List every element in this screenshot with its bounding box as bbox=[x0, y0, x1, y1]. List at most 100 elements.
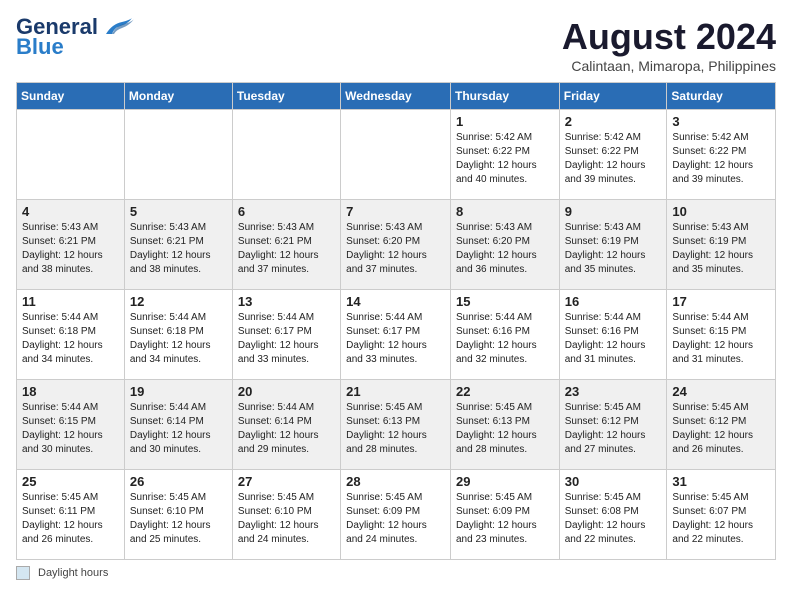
day-info: Sunrise: 5:44 AM Sunset: 6:17 PM Dayligh… bbox=[346, 311, 445, 367]
day-info: Sunrise: 5:45 AM Sunset: 6:07 PM Dayligh… bbox=[672, 491, 770, 547]
day-header-saturday: Saturday bbox=[667, 83, 776, 110]
day-number: 6 bbox=[238, 204, 335, 219]
day-number: 29 bbox=[456, 474, 554, 489]
calendar-week-row: 25 Sunrise: 5:45 AM Sunset: 6:11 PM Dayli… bbox=[17, 470, 776, 560]
day-number: 16 bbox=[565, 294, 662, 309]
day-info: Sunrise: 5:45 AM Sunset: 6:13 PM Dayligh… bbox=[346, 401, 445, 457]
day-number: 4 bbox=[22, 204, 119, 219]
calendar-cell: 2 Sunrise: 5:42 AM Sunset: 6:22 PM Daylig… bbox=[559, 110, 667, 200]
day-info: Sunrise: 5:45 AM Sunset: 6:11 PM Dayligh… bbox=[22, 491, 119, 547]
legend-label: Daylight hours bbox=[38, 567, 108, 579]
day-info: Sunrise: 5:43 AM Sunset: 6:20 PM Dayligh… bbox=[456, 221, 554, 277]
day-number: 10 bbox=[672, 204, 770, 219]
day-number: 25 bbox=[22, 474, 119, 489]
calendar-cell: 20Sunrise: 5:44 AM Sunset: 6:14 PM Dayli… bbox=[232, 380, 340, 470]
day-number: 30 bbox=[565, 474, 662, 489]
calendar-cell: 13 Sunrise: 5:44 AM Sunset: 6:17 PM Dayli… bbox=[232, 290, 340, 380]
logo-text-blue: Blue bbox=[16, 34, 64, 60]
day-info: Sunrise: 5:44 AM Sunset: 6:15 PM Dayligh… bbox=[672, 311, 770, 367]
day-info: Sunrise: 5:45 AM Sunset: 6:09 PM Dayligh… bbox=[346, 491, 445, 547]
day-number: 18 bbox=[22, 384, 119, 399]
calendar-cell bbox=[17, 110, 125, 200]
calendar-cell: 12 Sunrise: 5:44 AM Sunset: 6:18 PM Dayli… bbox=[124, 290, 232, 380]
day-header-thursday: Thursday bbox=[450, 83, 559, 110]
calendar-cell: 21 Sunrise: 5:45 AM Sunset: 6:13 PM Dayli… bbox=[341, 380, 451, 470]
logo: General Blue bbox=[16, 16, 134, 60]
calendar-cell: 22Sunrise: 5:45 AM Sunset: 6:13 PM Dayli… bbox=[450, 380, 559, 470]
calendar-header-row: SundayMondayTuesdayWednesdayThursdayFrid… bbox=[17, 83, 776, 110]
legend-box bbox=[16, 566, 30, 580]
title-section: August 2024 Calintaan, Mimaropa, Philipp… bbox=[562, 16, 776, 74]
day-info: Sunrise: 5:44 AM Sunset: 6:14 PM Dayligh… bbox=[130, 401, 227, 457]
day-header-monday: Monday bbox=[124, 83, 232, 110]
day-number: 7 bbox=[346, 204, 445, 219]
day-info: Sunrise: 5:45 AM Sunset: 6:10 PM Dayligh… bbox=[130, 491, 227, 547]
page-header: General Blue August 2024 Calintaan, Mima… bbox=[16, 16, 776, 74]
calendar-cell: 19Sunrise: 5:44 AM Sunset: 6:14 PM Dayli… bbox=[124, 380, 232, 470]
day-number: 14 bbox=[346, 294, 445, 309]
day-info: Sunrise: 5:45 AM Sunset: 6:09 PM Dayligh… bbox=[456, 491, 554, 547]
day-info: Sunrise: 5:44 AM Sunset: 6:14 PM Dayligh… bbox=[238, 401, 335, 457]
calendar-cell: 9Sunrise: 5:43 AM Sunset: 6:19 PM Daylig… bbox=[559, 200, 667, 290]
day-info: Sunrise: 5:43 AM Sunset: 6:21 PM Dayligh… bbox=[130, 221, 227, 277]
day-number: 17 bbox=[672, 294, 770, 309]
day-number: 27 bbox=[238, 474, 335, 489]
day-info: Sunrise: 5:45 AM Sunset: 6:13 PM Dayligh… bbox=[456, 401, 554, 457]
calendar-cell: 14 Sunrise: 5:44 AM Sunset: 6:17 PM Dayli… bbox=[341, 290, 451, 380]
calendar-cell: 4Sunrise: 5:43 AM Sunset: 6:21 PM Daylig… bbox=[17, 200, 125, 290]
calendar-cell: 6 Sunrise: 5:43 AM Sunset: 6:21 PM Daylig… bbox=[232, 200, 340, 290]
calendar-week-row: 18 Sunrise: 5:44 AM Sunset: 6:15 PM Dayli… bbox=[17, 380, 776, 470]
calendar-cell: 27 Sunrise: 5:45 AM Sunset: 6:10 PM Dayli… bbox=[232, 470, 340, 560]
day-number: 28 bbox=[346, 474, 445, 489]
calendar-cell: 30 Sunrise: 5:45 AM Sunset: 6:08 PM Dayli… bbox=[559, 470, 667, 560]
day-header-wednesday: Wednesday bbox=[341, 83, 451, 110]
day-info: Sunrise: 5:42 AM Sunset: 6:22 PM Dayligh… bbox=[565, 131, 662, 187]
calendar-cell bbox=[341, 110, 451, 200]
day-number: 26 bbox=[130, 474, 227, 489]
day-header-friday: Friday bbox=[559, 83, 667, 110]
calendar-cell: 3Sunrise: 5:42 AM Sunset: 6:22 PM Daylig… bbox=[667, 110, 776, 200]
day-info: Sunrise: 5:45 AM Sunset: 6:10 PM Dayligh… bbox=[238, 491, 335, 547]
calendar-cell: 25 Sunrise: 5:45 AM Sunset: 6:11 PM Dayli… bbox=[17, 470, 125, 560]
calendar-cell bbox=[124, 110, 232, 200]
day-info: Sunrise: 5:43 AM Sunset: 6:21 PM Dayligh… bbox=[238, 221, 335, 277]
calendar-week-row: 11Sunrise: 5:44 AM Sunset: 6:18 PM Dayli… bbox=[17, 290, 776, 380]
calendar-cell: 18 Sunrise: 5:44 AM Sunset: 6:15 PM Dayli… bbox=[17, 380, 125, 470]
calendar-table: SundayMondayTuesdayWednesdayThursdayFrid… bbox=[16, 82, 776, 560]
day-info: Sunrise: 5:42 AM Sunset: 6:22 PM Dayligh… bbox=[456, 131, 554, 187]
day-number: 12 bbox=[130, 294, 227, 309]
day-info: Sunrise: 5:44 AM Sunset: 6:16 PM Dayligh… bbox=[456, 311, 554, 367]
calendar-week-row: 4 Sunrise: 5:43 AM Sunset: 6:21 PM Daylig… bbox=[17, 200, 776, 290]
calendar-cell: 10 Sunrise: 5:43 AM Sunset: 6:19 PM Dayli… bbox=[667, 200, 776, 290]
day-info: Sunrise: 5:44 AM Sunset: 6:16 PM Dayligh… bbox=[565, 311, 662, 367]
location-subtitle: Calintaan, Mimaropa, Philippines bbox=[562, 58, 776, 74]
calendar-cell: 8 Sunrise: 5:43 AM Sunset: 6:20 PM Daylig… bbox=[450, 200, 559, 290]
legend: Daylight hours bbox=[16, 566, 776, 580]
day-number: 5 bbox=[130, 204, 227, 219]
day-info: Sunrise: 5:43 AM Sunset: 6:20 PM Dayligh… bbox=[346, 221, 445, 277]
calendar-cell bbox=[232, 110, 340, 200]
calendar-cell: 5 Sunrise: 5:43 AM Sunset: 6:21 PM Daylig… bbox=[124, 200, 232, 290]
day-info: Sunrise: 5:45 AM Sunset: 6:12 PM Dayligh… bbox=[565, 401, 662, 457]
calendar-cell: 26 Sunrise: 5:45 AM Sunset: 6:10 PM Dayli… bbox=[124, 470, 232, 560]
day-number: 31 bbox=[672, 474, 770, 489]
day-info: Sunrise: 5:44 AM Sunset: 6:18 PM Dayligh… bbox=[130, 311, 227, 367]
day-number: 9 bbox=[565, 204, 662, 219]
calendar-cell: 23Sunrise: 5:45 AM Sunset: 6:12 PM Dayli… bbox=[559, 380, 667, 470]
day-info: Sunrise: 5:44 AM Sunset: 6:18 PM Dayligh… bbox=[22, 311, 119, 367]
day-number: 24 bbox=[672, 384, 770, 399]
day-number: 2 bbox=[565, 114, 662, 129]
day-header-tuesday: Tuesday bbox=[232, 83, 340, 110]
calendar-cell: 17 Sunrise: 5:44 AM Sunset: 6:15 PM Dayli… bbox=[667, 290, 776, 380]
day-number: 3 bbox=[672, 114, 770, 129]
day-info: Sunrise: 5:43 AM Sunset: 6:19 PM Dayligh… bbox=[672, 221, 770, 277]
calendar-cell: 7 Sunrise: 5:43 AM Sunset: 6:20 PM Daylig… bbox=[341, 200, 451, 290]
day-number: 8 bbox=[456, 204, 554, 219]
calendar-cell: 31 Sunrise: 5:45 AM Sunset: 6:07 PM Dayli… bbox=[667, 470, 776, 560]
day-number: 21 bbox=[346, 384, 445, 399]
day-info: Sunrise: 5:44 AM Sunset: 6:17 PM Dayligh… bbox=[238, 311, 335, 367]
day-number: 13 bbox=[238, 294, 335, 309]
day-info: Sunrise: 5:44 AM Sunset: 6:15 PM Dayligh… bbox=[22, 401, 119, 457]
day-info: Sunrise: 5:45 AM Sunset: 6:08 PM Dayligh… bbox=[565, 491, 662, 547]
logo-bird-icon bbox=[102, 16, 134, 38]
